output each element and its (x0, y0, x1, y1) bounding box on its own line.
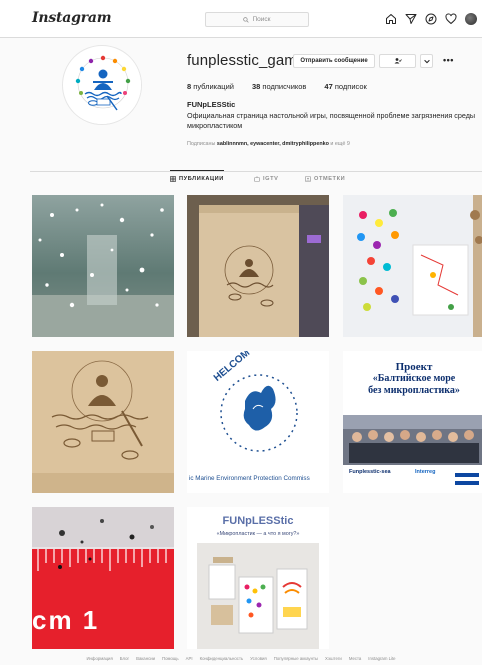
footer-link[interactable]: Instagram Lite (368, 656, 395, 661)
post-thumbnail[interactable] (32, 195, 174, 337)
profile-full-name: FUNpLESStic (187, 100, 236, 109)
tab-tagged[interactable]: ОТМЕТКИ (305, 176, 345, 182)
footer-link[interactable]: Конфиденциальность (200, 656, 244, 661)
footer-link[interactable]: Информация (86, 656, 112, 661)
instagram-logo[interactable]: Instagram (32, 10, 112, 26)
explore-icon[interactable] (425, 13, 437, 25)
more-options-icon[interactable]: ••• (443, 55, 454, 65)
profile-username: funplesstic_game (187, 52, 306, 69)
footer-link[interactable]: Вакансии (136, 656, 155, 661)
footer-link[interactable]: Блог (120, 656, 129, 661)
heart-icon[interactable] (445, 13, 457, 25)
following-button[interactable] (379, 54, 416, 68)
tabs-divider (30, 171, 482, 172)
brand-label: Funplesstic-sea (349, 469, 391, 475)
avatar[interactable] (465, 13, 477, 25)
wooden-board-image (187, 195, 329, 337)
post-thumbnail[interactable]: FUNpLESStic «Микропластик — а что я могу… (187, 507, 329, 649)
water-splash-image (32, 195, 174, 337)
post-thumbnail[interactable] (187, 195, 329, 337)
footer-link[interactable]: Условия (250, 656, 267, 661)
helcom-caption: ic Marine Environment Protection Commiss (189, 475, 310, 482)
profile-avatar[interactable] (62, 45, 142, 125)
top-navigation: Instagram Поиск (0, 0, 482, 38)
posts-count: 8 публикаций (187, 82, 234, 91)
funplesstic-logo-image (64, 47, 141, 124)
tab-igtv[interactable]: IGTV (254, 176, 278, 182)
post-thumbnail[interactable]: cm 1 (32, 507, 174, 649)
following-count[interactable]: 47 подписок (324, 82, 366, 91)
post-thumbnail[interactable]: HELCOM ic Marine Environment Protection … (187, 351, 329, 493)
profile-stats: 8 публикаций 38 подписчиков 47 подписок (187, 82, 367, 91)
footer-link[interactable]: Популярные аккаунты (274, 656, 318, 661)
post-thumbnail[interactable] (32, 351, 174, 493)
tab-posts[interactable]: ПУБЛИКАЦИИ (170, 170, 224, 182)
footer-link[interactable]: Хэштеги (325, 656, 342, 661)
game-board-image (343, 195, 482, 337)
suggested-dropdown-button[interactable] (420, 54, 433, 68)
igtv-icon (254, 176, 260, 182)
helcom-logo-image: HELCOM (187, 351, 329, 493)
send-message-button[interactable]: Отправить сообщение (293, 54, 375, 68)
footer-link[interactable]: Места (349, 656, 361, 661)
search-placeholder: Поиск (252, 16, 271, 23)
partner-label: Interreg (415, 469, 436, 475)
footer-link[interactable]: API (186, 656, 193, 661)
profile-bio: Официальная страница настольной игры, по… (187, 111, 476, 130)
followers-count[interactable]: 38 подписчиков (252, 82, 306, 91)
wooden-logo-image (32, 351, 174, 493)
followed-by[interactable]: Подписаны sablinnnmn, eywacenter, dmitry… (187, 141, 350, 147)
ruler-label: cm 1 (32, 605, 100, 635)
home-icon[interactable] (385, 13, 397, 25)
footer-links: Информация Блог Вакансии Помощь API Конф… (0, 656, 482, 661)
post-thumbnail[interactable]: Проект «Балтийское море без микропластик… (343, 351, 482, 493)
footer-link[interactable]: Помощь (162, 656, 179, 661)
search-icon (243, 16, 250, 23)
tag-icon (305, 176, 311, 182)
post-thumbnail[interactable] (343, 195, 482, 337)
grid-icon (170, 176, 176, 182)
user-check-icon (394, 58, 402, 64)
chevron-down-icon (423, 59, 430, 64)
search-input[interactable]: Поиск (205, 12, 309, 27)
direct-icon[interactable] (405, 13, 417, 25)
game-components-image (197, 543, 319, 649)
nav-icons (385, 13, 477, 25)
